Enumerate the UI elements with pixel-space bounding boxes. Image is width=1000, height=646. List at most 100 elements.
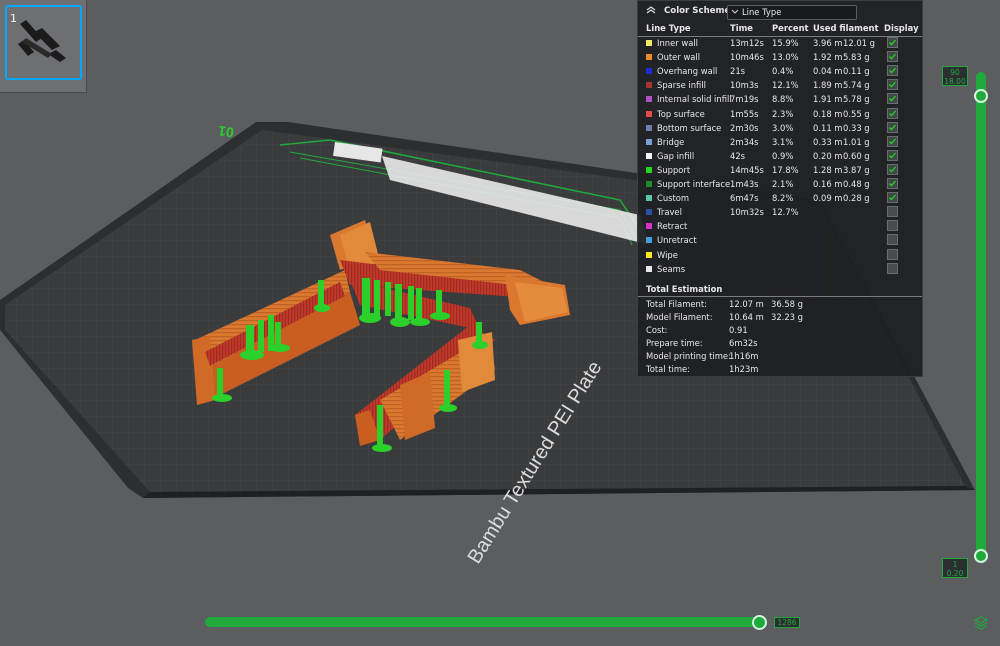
col-line-type: Line Type — [646, 23, 691, 33]
legend-row: Support interface 1m43s 2.1% 0.16 m 0.48 g — [638, 178, 922, 192]
color-swatch — [646, 82, 652, 89]
layers-icon[interactable] — [974, 616, 988, 630]
color-swatch — [646, 223, 652, 230]
line-type-time: 10m32s — [730, 207, 764, 218]
display-checkbox[interactable] — [887, 135, 898, 147]
line-type-time: 6m47s — [730, 193, 759, 204]
layer-top-number: 90 — [950, 68, 960, 77]
legend-row: Custom 6m47s 8.2% 0.09 m 0.28 g — [638, 192, 922, 206]
color-swatch — [646, 96, 652, 103]
line-type-time: 10m46s — [730, 52, 764, 63]
total-row: Prepare time: 6m32s — [638, 338, 922, 351]
display-checkbox[interactable] — [887, 206, 898, 218]
display-checkbox[interactable] — [887, 248, 898, 260]
line-type-percent: 0.4% — [772, 66, 794, 77]
total-row: Cost: 0.91 — [638, 325, 922, 338]
line-type-time: 2m34s — [730, 136, 759, 147]
legend-row: Outer wall 10m46s 13.0% 1.92 m 5.83 g — [638, 51, 922, 65]
line-type-grams: 3.87 g — [843, 164, 870, 175]
color-swatch — [646, 195, 652, 202]
total-label: Model printing time: — [646, 351, 731, 361]
move-slider-value: 1286 — [774, 617, 800, 628]
color-swatch — [646, 237, 652, 244]
line-type-name: Gap infill — [657, 150, 695, 161]
totals-divider — [638, 296, 922, 297]
legend-row: Travel 10m32s 12.7% — [638, 206, 922, 220]
plate-number-label: 01 — [217, 123, 235, 141]
total-label: Prepare time: — [646, 338, 703, 348]
legend-row: Support 14m45s 17.8% 1.28 m 3.87 g — [638, 163, 922, 178]
display-checkbox[interactable] — [887, 65, 898, 77]
line-type-meters: 1.91 m — [813, 94, 843, 105]
layer-slider-track[interactable] — [976, 72, 986, 559]
total-value: 6m32s — [729, 338, 758, 348]
line-type-meters: 3.96 m — [813, 38, 843, 48]
display-checkbox[interactable] — [887, 178, 898, 189]
color-swatch — [646, 124, 652, 131]
display-checkbox[interactable] — [887, 192, 898, 204]
legend-row: Sparse infill 10m3s 12.1% 1.89 m 5.74 g — [638, 79, 922, 93]
layer-slider-bottom-handle[interactable] — [974, 549, 988, 563]
line-type-time: 10m3s — [730, 80, 759, 91]
line-type-name: Custom — [657, 193, 690, 204]
line-type-percent: 12.7% — [772, 207, 799, 218]
total-row: Model Filament: 10.64 m 32.23 g — [638, 312, 922, 325]
chevron-down-icon — [731, 9, 739, 14]
move-slider-track[interactable] — [205, 617, 765, 627]
line-type-name: Outer wall — [657, 52, 701, 63]
color-scheme-select[interactable]: Line Type — [727, 5, 857, 20]
legend-row: Internal solid infill 7m19s 8.8% 1.91 m 5.78… — [638, 93, 922, 107]
line-type-name: Travel — [657, 207, 682, 218]
color-swatch — [646, 110, 652, 117]
legend-row: Seams — [638, 262, 922, 277]
line-type-name: Sparse infill — [657, 80, 706, 91]
line-type-time: 7m19s — [730, 94, 759, 105]
color-swatch — [646, 265, 652, 272]
total-value: 1h23m — [729, 364, 759, 374]
layer-slider-top-handle[interactable] — [974, 89, 988, 103]
display-checkbox[interactable] — [887, 51, 898, 63]
line-type-meters: 0.18 m — [813, 108, 843, 119]
total-row: Total time: 1h23m — [638, 364, 922, 377]
legend-row: Top surface 1m55s 2.3% 0.18 m 0.55 g — [638, 107, 922, 122]
line-type-grams: 5.78 g — [843, 94, 870, 105]
legend-row: Retract — [638, 220, 922, 234]
line-type-grams: 0.60 g — [843, 150, 870, 161]
collapse-chevron-icon[interactable] — [646, 5, 656, 15]
line-type-name: Support — [657, 164, 691, 175]
line-type-meters: 0.11 m — [813, 122, 843, 133]
line-type-time: 14m45s — [730, 164, 764, 175]
legend-panel: Color Scheme Line Type Line Type Time Pe… — [637, 0, 923, 377]
display-checkbox[interactable] — [887, 93, 898, 105]
legend-row: Bottom surface 2m30s 3.0% 0.11 m 0.33 g — [638, 121, 922, 136]
display-checkbox[interactable] — [887, 37, 898, 48]
display-checkbox[interactable] — [887, 121, 898, 133]
total-value: 1h16m — [729, 351, 759, 361]
display-checkbox[interactable] — [887, 79, 898, 91]
col-display: Display — [884, 23, 919, 33]
display-checkbox[interactable] — [887, 262, 898, 274]
display-checkbox[interactable] — [887, 107, 898, 119]
line-type-time: 2m30s — [730, 122, 759, 133]
col-time: Time — [730, 23, 753, 33]
line-type-time: 13m12s — [730, 38, 764, 48]
3d-viewport[interactable]: 01 Bambu Textured PEI Plate 1 Color Sche… — [0, 0, 1000, 646]
move-slider-handle[interactable] — [752, 615, 767, 630]
total-value-2: 32.23 g — [771, 312, 803, 322]
display-checkbox[interactable] — [887, 163, 898, 175]
line-type-name: Seams — [657, 263, 686, 274]
color-swatch — [646, 40, 652, 46]
display-checkbox[interactable] — [887, 149, 898, 161]
total-label: Model Filament: — [646, 312, 713, 322]
total-row: Total Filament: 12.07 m 36.58 g — [638, 299, 922, 312]
line-type-percent: 2.1% — [772, 179, 794, 189]
line-type-meters: 0.04 m — [813, 66, 843, 77]
line-type-name: Unretract — [657, 235, 697, 246]
line-type-name: Bridge — [657, 136, 685, 147]
display-checkbox[interactable] — [887, 220, 898, 232]
line-type-meters: 1.92 m — [813, 52, 843, 63]
legend-header: Color Scheme Line Type — [638, 1, 922, 21]
total-row: Model printing time: 1h16m — [638, 351, 922, 364]
total-value: 10.64 m — [729, 312, 764, 322]
display-checkbox[interactable] — [887, 234, 898, 246]
